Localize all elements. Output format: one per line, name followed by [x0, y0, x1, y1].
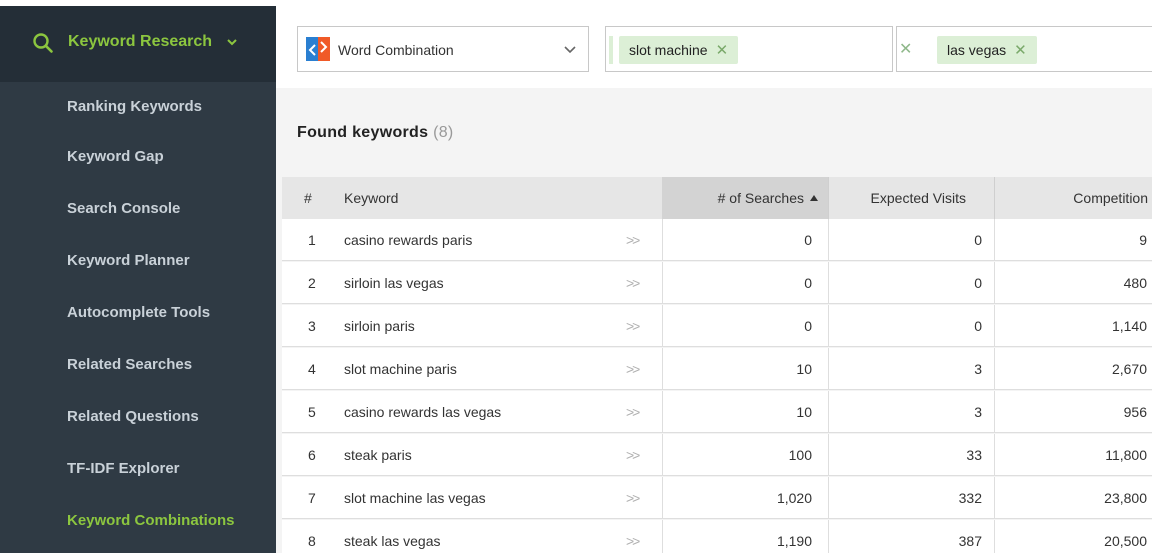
sidebar-item-keyword-planner[interactable]: Keyword Planner [67, 252, 190, 269]
method-select[interactable]: Word Combination [297, 26, 589, 72]
row-keyword: slot machine paris [344, 361, 457, 377]
row-searches: 1,190 [776, 533, 812, 549]
row-num: 8 [308, 533, 316, 549]
sidebar-section-header[interactable]: Keyword Research [0, 0, 276, 82]
sidebar-item-keyword-combinations[interactable]: Keyword Combinations [67, 512, 235, 529]
row-num: 3 [308, 318, 316, 334]
expand-arrows-icon[interactable]: >> [626, 520, 640, 553]
results-title-text: Found keywords [297, 124, 429, 141]
col-searches-header[interactable]: # of Searches [662, 177, 828, 219]
sidebar-item-related-questions[interactable]: Related Questions [67, 408, 199, 425]
remove-tag-icon[interactable]: ✕ [716, 42, 729, 59]
row-visits: 33 [966, 447, 982, 463]
row-competition: 1,140 [1111, 318, 1147, 334]
row-competition: 11,800 [1105, 447, 1147, 463]
row-searches: 0 [804, 275, 812, 291]
expand-arrows-icon[interactable]: >> [626, 262, 640, 304]
row-competition: 9 [1139, 232, 1147, 248]
row-competition: 480 [1123, 275, 1147, 291]
row-searches: 100 [788, 447, 812, 463]
row-visits: 332 [958, 490, 982, 506]
col-searches-label: # of Searches [717, 190, 804, 206]
search-icon [33, 33, 53, 53]
row-competition: 23,800 [1104, 490, 1147, 506]
row-visits: 0 [974, 318, 982, 334]
sidebar: Keyword Research Ranking Keywords Keywor… [0, 0, 276, 553]
tag-las-vegas[interactable]: las vegas ✕ [937, 36, 1037, 64]
row-keyword: casino rewards paris [344, 232, 473, 248]
chevron-down-icon [564, 46, 576, 54]
remove-tag-icon[interactable]: ✕ [899, 39, 912, 59]
results-count: (8) [433, 124, 454, 141]
sidebar-item-related-searches[interactable]: Related Searches [67, 356, 192, 373]
row-num: 1 [308, 232, 316, 248]
row-visits: 387 [958, 533, 982, 549]
row-visits: 3 [974, 404, 982, 420]
results-title: Found keywords (8) [297, 124, 454, 142]
remove-tag-icon[interactable]: ✕ [1014, 42, 1027, 59]
method-select-value: Word Combination [338, 42, 454, 58]
row-keyword: slot machine las vegas [344, 490, 486, 506]
table-row[interactable]: 7 slot machine las vegas >> 1,020 332 23… [282, 477, 1152, 519]
row-competition: 2,670 [1111, 361, 1147, 377]
expand-arrows-icon[interactable]: >> [626, 219, 640, 261]
col-competition-header[interactable]: Competition [994, 177, 1148, 219]
row-competition: 20,500 [1104, 533, 1147, 549]
row-keyword: steak paris [344, 447, 412, 463]
row-num: 2 [308, 275, 316, 291]
tag-label: slot machine [629, 42, 708, 58]
expand-arrows-icon[interactable]: >> [626, 391, 640, 433]
row-keyword: casino rewards las vegas [344, 404, 502, 420]
sidebar-item-keyword-gap[interactable]: Keyword Gap [67, 148, 164, 165]
row-searches: 0 [804, 232, 812, 248]
col-visits-header[interactable]: Expected Visits [828, 177, 980, 219]
expand-arrows-icon[interactable]: >> [626, 348, 640, 390]
table-row[interactable]: 2 sirloin las vegas >> 0 0 480 [282, 262, 1152, 304]
filter-bar: Word Combination slot machine ✕ ✕ las veg… [276, 0, 1152, 88]
col-keyword-header[interactable]: Keyword [344, 177, 398, 219]
table-row[interactable]: 1 casino rewards paris >> 0 0 9 [282, 219, 1152, 261]
tag-label: las vegas [947, 42, 1007, 58]
table-row[interactable]: 3 sirloin paris >> 0 0 1,140 [282, 305, 1152, 347]
row-visits: 0 [974, 275, 982, 291]
chevron-down-icon [227, 39, 237, 46]
row-keyword: steak las vegas [344, 533, 441, 549]
table-row[interactable]: 5 casino rewards las vegas >> 10 3 956 [282, 391, 1152, 433]
sidebar-section-title: Keyword Research [68, 33, 213, 50]
row-num: 7 [308, 490, 316, 506]
row-visits: 0 [974, 232, 982, 248]
tag-slot-machine[interactable]: slot machine ✕ [619, 36, 739, 64]
sidebar-item-autocomplete-tools[interactable]: Autocomplete Tools [67, 304, 210, 321]
sidebar-item-search-console[interactable]: Search Console [67, 200, 180, 217]
tag-fragment [609, 36, 613, 64]
row-searches: 10 [796, 361, 812, 377]
row-num: 5 [308, 404, 316, 420]
row-keyword: sirloin las vegas [344, 275, 444, 291]
row-visits: 3 [974, 361, 982, 377]
row-searches: 1,020 [776, 490, 812, 506]
col-num-header[interactable]: # [304, 177, 312, 219]
table-row[interactable]: 6 steak paris >> 100 33 11,800 [282, 434, 1152, 476]
table-row[interactable]: 8 steak las vegas >> 1,190 387 20,500 [282, 520, 1152, 553]
tag-input-group-2[interactable]: ✕ las vegas ✕ [896, 26, 1152, 72]
word-combination-icon [306, 37, 330, 61]
sidebar-item-ranking-keywords[interactable]: Ranking Keywords [67, 98, 202, 115]
tag-input-group-1[interactable]: slot machine ✕ [605, 26, 893, 72]
table-row[interactable]: 4 slot machine paris >> 10 3 2,670 [282, 348, 1152, 390]
row-searches: 0 [804, 318, 812, 334]
row-competition: 956 [1123, 404, 1147, 420]
expand-arrows-icon[interactable]: >> [626, 434, 640, 476]
row-searches: 10 [796, 404, 812, 420]
sidebar-item-tf-idf-explorer[interactable]: TF-IDF Explorer [67, 460, 180, 477]
expand-arrows-icon[interactable]: >> [626, 305, 640, 347]
expand-arrows-icon[interactable]: >> [626, 477, 640, 519]
row-num: 6 [308, 447, 316, 463]
sort-ascending-icon [810, 195, 818, 201]
row-keyword: sirloin paris [344, 318, 415, 334]
row-num: 4 [308, 361, 316, 377]
table-header: # Keyword # of Searches Expected Visits … [282, 177, 1152, 219]
